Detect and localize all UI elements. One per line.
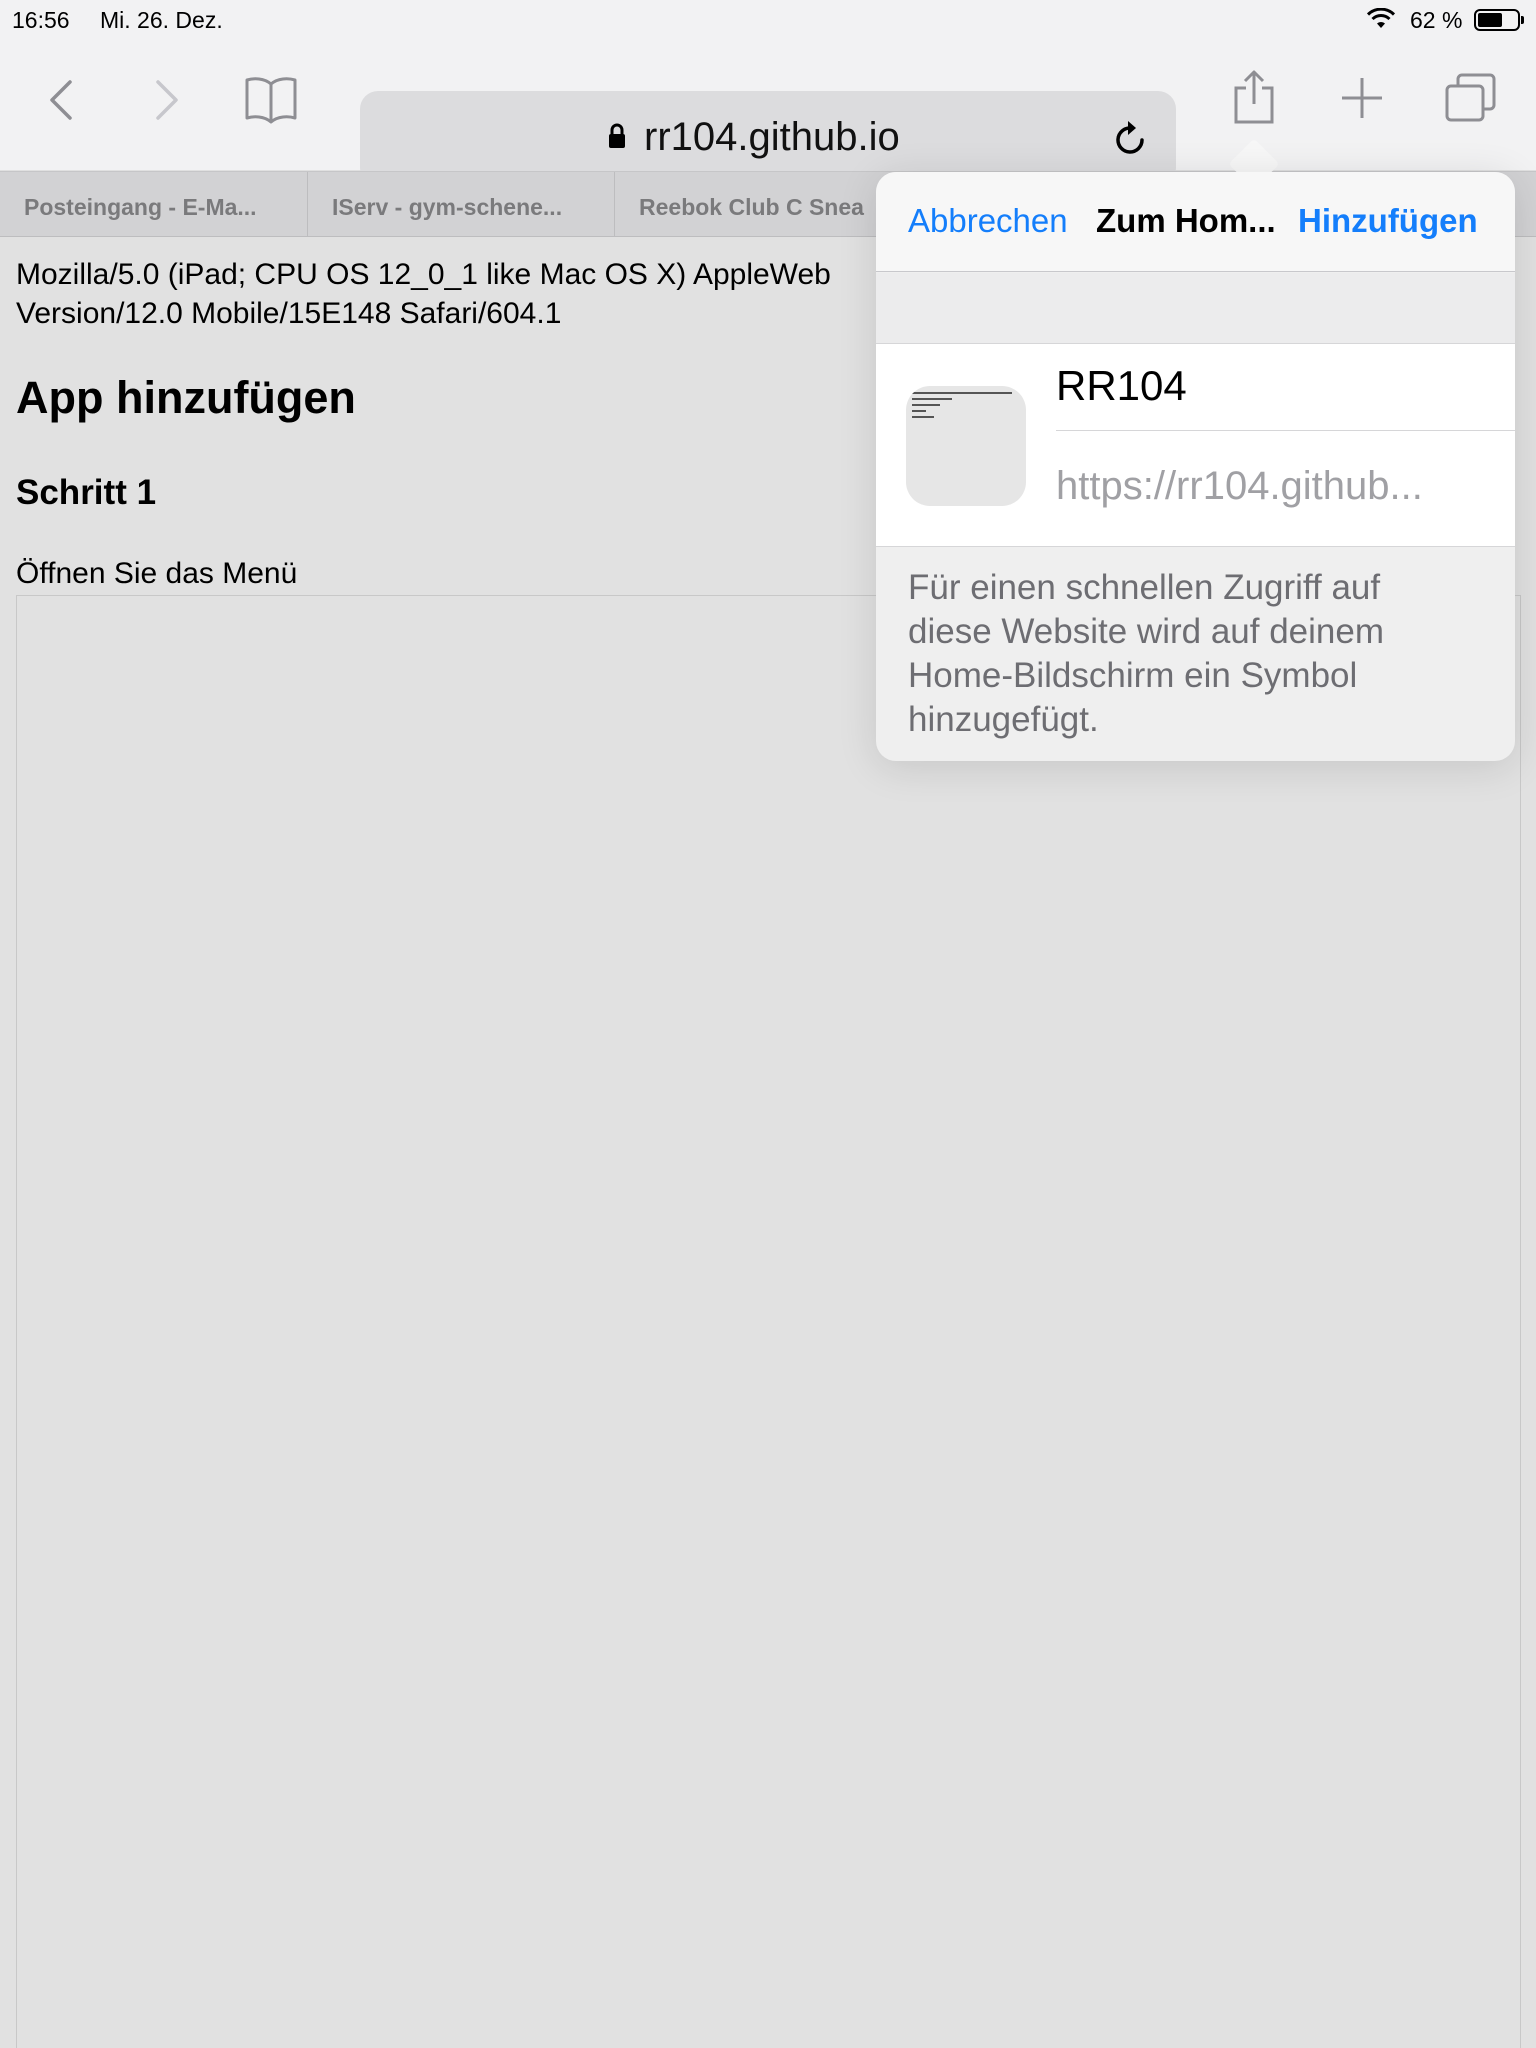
tab-reebok[interactable]: Reebok Club C Snea	[615, 172, 905, 236]
battery-icon	[1474, 9, 1524, 31]
tab-label: Posteingang - E-Ma...	[24, 194, 257, 220]
url-text: rr104.github.io	[644, 115, 900, 159]
status-time: 16:56	[12, 7, 70, 33]
new-tab-icon[interactable]	[1340, 76, 1384, 120]
status-bar: 16:56 Mi. 26. Dez. 62 %	[0, 0, 1536, 40]
bookmarks-icon[interactable]	[244, 74, 298, 124]
popover-nav-bar: Abbrechen Zum Hom... Hinzufügen	[876, 172, 1515, 272]
tab-posteingang[interactable]: Posteingang - E-Ma...	[0, 172, 308, 236]
divider	[1056, 430, 1515, 431]
site-url: https://rr104.github...	[1056, 464, 1423, 508]
step-instruction: Öffnen Sie das Menü	[16, 557, 298, 590]
popover-card: RR104 https://rr104.github...	[876, 343, 1515, 547]
tab-label: Reebok Club C Snea	[639, 194, 864, 220]
lock-icon	[609, 123, 625, 148]
back-icon[interactable]	[46, 78, 76, 122]
site-icon-preview	[906, 386, 1026, 506]
popover-description: Für einen schnellen Zugriff auf diese We…	[908, 568, 1384, 739]
reload-icon[interactable]	[1114, 119, 1148, 157]
add-to-home-popover: Abbrechen Zum Hom... Hinzufügen RR104 ht…	[876, 172, 1515, 761]
page-heading: App hinzufügen	[16, 372, 356, 423]
wifi-icon	[1366, 8, 1396, 28]
cancel-button[interactable]: Abbrechen	[908, 202, 1068, 240]
forward-icon[interactable]	[152, 78, 182, 122]
status-date: Mi. 26. Dez.	[100, 7, 223, 33]
popover-spacer	[876, 273, 1515, 343]
tab-label: IServ - gym-schene...	[332, 194, 563, 220]
step-heading: Schritt 1	[16, 473, 157, 512]
add-button[interactable]: Hinzufügen	[1298, 202, 1478, 240]
battery-percent: 62 %	[1410, 7, 1463, 33]
tab-iserv[interactable]: IServ - gym-schene...	[308, 172, 615, 236]
name-field[interactable]: RR104	[1056, 362, 1187, 410]
browser-toolbar: rr104.github.io	[0, 40, 1536, 186]
popover-title: Zum Hom...	[1096, 202, 1276, 239]
share-icon[interactable]	[1232, 68, 1276, 126]
tabs-icon[interactable]	[1444, 72, 1498, 124]
content-frame	[16, 595, 1521, 2048]
